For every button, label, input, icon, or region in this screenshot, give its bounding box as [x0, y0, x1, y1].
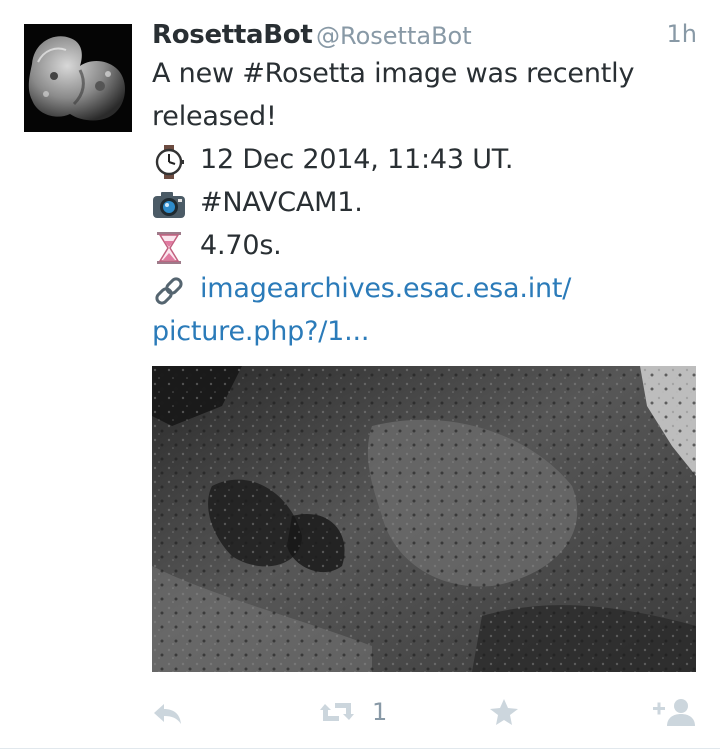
display-name[interactable]: RosettaBot [152, 20, 313, 50]
link-text-part1[interactable]: imagearchives.esac.esa.int/ [200, 267, 571, 310]
camera-line: #NAVCAM1. [152, 181, 697, 224]
tweet-media-image[interactable] [152, 366, 696, 672]
date-text: 12 Dec 2014, 11:43 UT. [200, 144, 514, 175]
favorite-star-icon[interactable] [488, 694, 520, 730]
avatar[interactable] [24, 24, 132, 132]
tweet-text: A new #Rosetta image was recently releas… [152, 52, 697, 353]
exposure-line: 4.70s. [152, 224, 697, 267]
text-line-1: A new #Rosetta image was recently [152, 58, 635, 89]
watch-icon [152, 145, 186, 179]
exposure-text: 4.70s. [200, 230, 282, 261]
camera-icon [152, 188, 186, 222]
camera-text: #NAVCAM1. [200, 187, 363, 218]
retweet-count: 1 [372, 698, 388, 726]
comet-surface-image [152, 366, 696, 672]
divider [0, 748, 720, 749]
link-text-part2[interactable]: picture.php?/1... [152, 310, 697, 353]
hourglass-icon [152, 231, 186, 265]
link-icon [152, 274, 186, 308]
follow-user-icon[interactable] [652, 694, 696, 730]
link-line: imagearchives.esac.esa.int/ [152, 267, 697, 310]
reply-icon[interactable] [152, 694, 184, 730]
comet-avatar-image [24, 24, 132, 132]
date-line: 12 Dec 2014, 11:43 UT. [152, 138, 697, 181]
text-line-2: released! [152, 101, 277, 132]
user-handle[interactable]: @RosettaBot [316, 22, 472, 50]
timestamp[interactable]: 1h [667, 20, 697, 48]
retweet-icon[interactable] [317, 694, 357, 730]
tweet-actions: 1 [152, 690, 697, 734]
